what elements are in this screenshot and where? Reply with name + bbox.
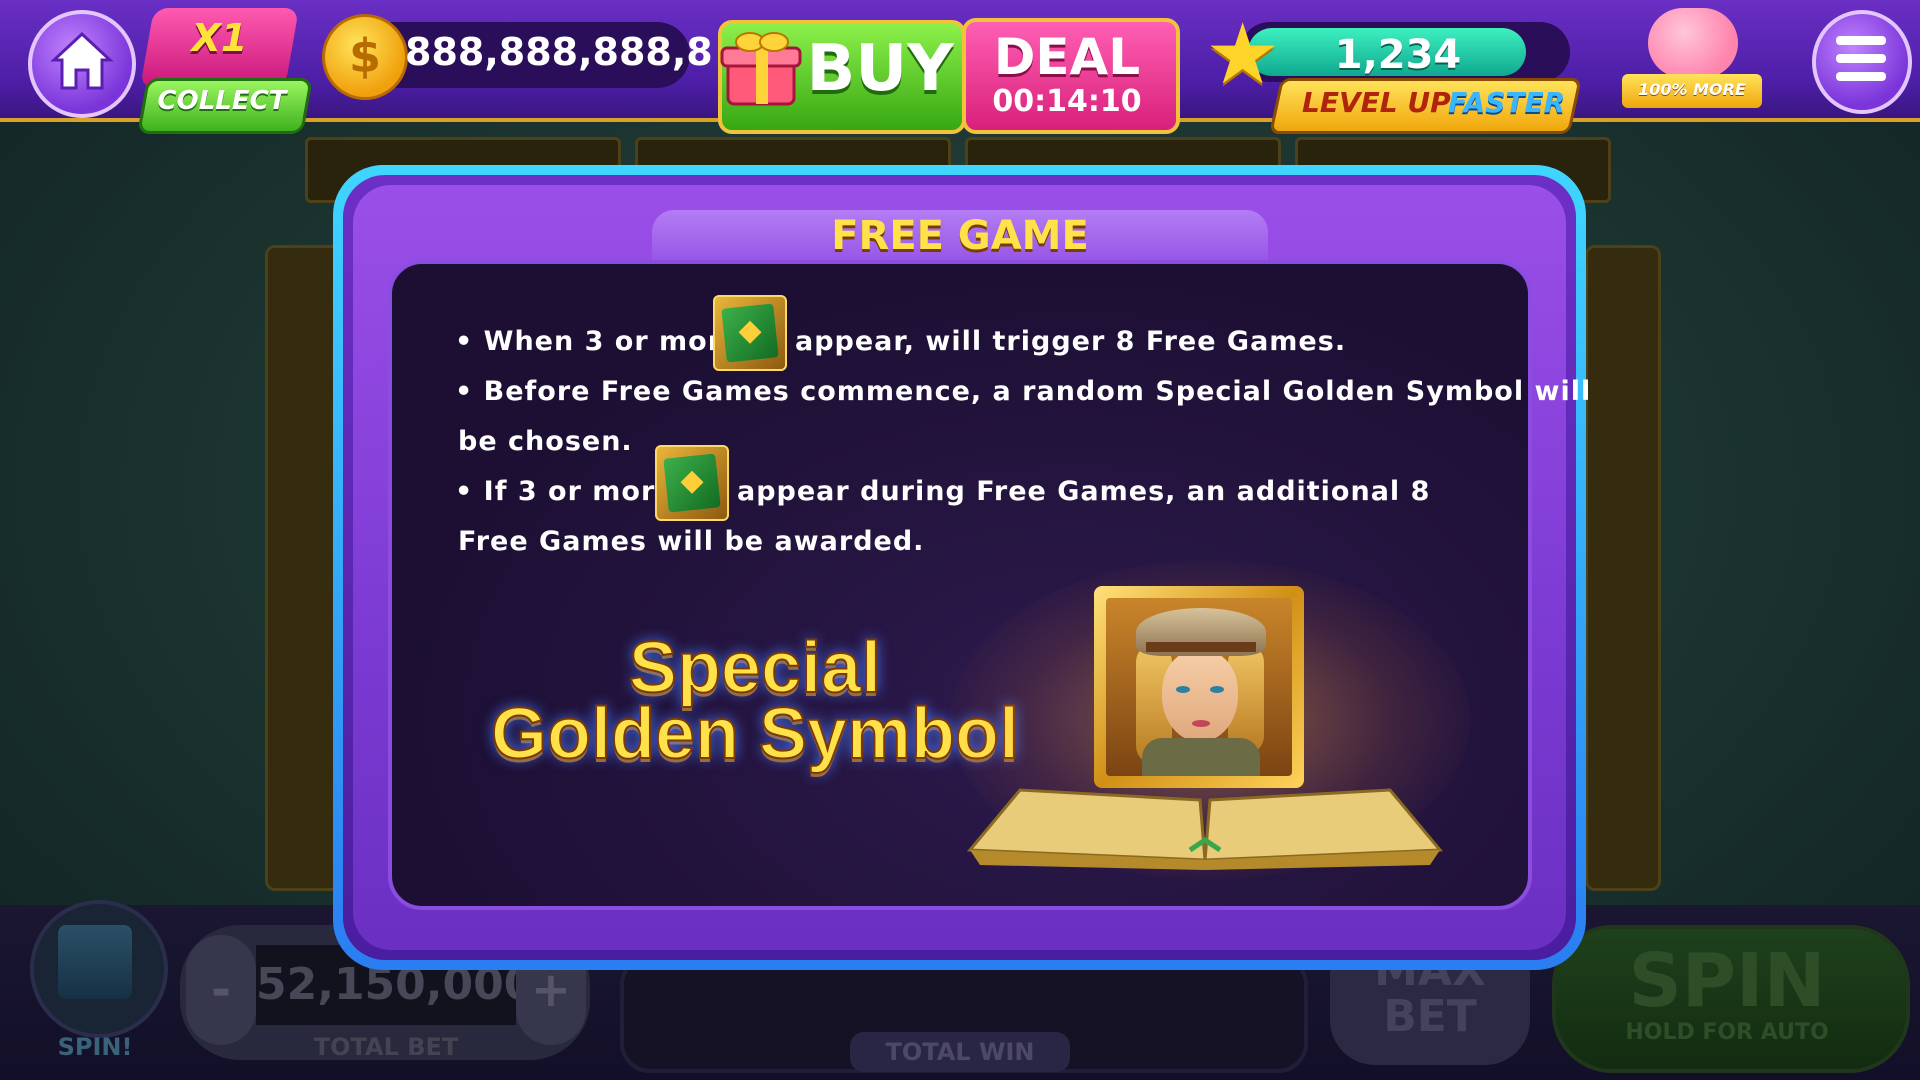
rule-3-prefix: • If 3 or more	[455, 476, 675, 507]
special-symbol-explorer-portrait	[1094, 586, 1304, 788]
level-value: 1,234	[1334, 32, 1462, 78]
gift-icon	[720, 32, 802, 106]
coin-balance-value: 888,888,888,8	[405, 30, 713, 74]
faster-label: FASTER	[1448, 86, 1566, 119]
home-icon	[50, 31, 114, 90]
buy-label: BUY	[806, 32, 954, 106]
rule-2-line-2: be chosen.	[458, 426, 633, 457]
deal-timer: 00:14:10	[992, 84, 1142, 119]
piggy-bank-icon[interactable]	[1648, 8, 1738, 78]
collect-label: COLLECT	[157, 86, 287, 116]
book-scatter-symbol-icon	[713, 295, 787, 371]
rule-1-suffix: appear, will trigger 8 Free Games.	[795, 326, 1347, 357]
deal-label: DEAL	[993, 28, 1141, 86]
hamburger-menu-icon	[1836, 36, 1886, 45]
level-up-label: LEVEL UP	[1302, 86, 1451, 119]
modal-title: FREE GAME	[831, 213, 1089, 259]
rule-2-line-1: • Before Free Games commence, a random S…	[455, 376, 1592, 407]
collect-bonus-widget[interactable]: X1 COLLECT	[137, 8, 313, 134]
piggy-bank-label: 100% MORE	[1638, 80, 1746, 99]
home-button[interactable]	[28, 10, 136, 118]
hamburger-menu-icon-line-3	[1836, 72, 1886, 81]
book-scatter-symbol-icon-2	[655, 445, 729, 521]
hamburger-menu-icon-line-2	[1836, 54, 1886, 63]
rule-1-prefix: • When 3 or more	[455, 326, 742, 357]
star-icon: ★	[1205, 5, 1281, 103]
rule-3-suffix: appear during Free Games, an additional …	[737, 476, 1431, 507]
rule-3-line-2: Free Games will be awarded.	[458, 526, 925, 557]
multiplier-label: X1	[191, 16, 248, 60]
dollar-coin-icon: $	[322, 14, 408, 100]
